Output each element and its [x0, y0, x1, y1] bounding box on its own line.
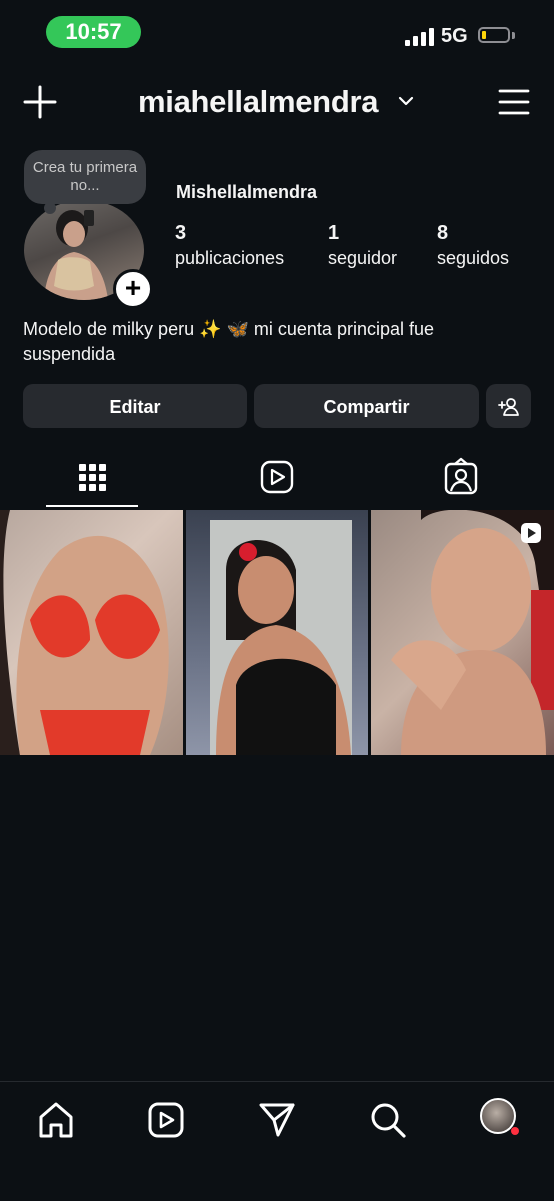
network-type: 5G [441, 25, 468, 47]
plus-icon[interactable] [22, 84, 58, 120]
stat-followers-label: seguidor [328, 248, 398, 268]
note-bubble[interactable]: Crea tu primera no... [24, 150, 146, 204]
stat-posts[interactable]: 3 publicaciones [175, 222, 284, 269]
reels-icon[interactable] [146, 1100, 186, 1140]
edit-profile-button[interactable]: Editar [23, 384, 247, 428]
active-tab-indicator [46, 505, 138, 507]
stat-following-count: 8 [437, 222, 449, 244]
tagged-icon [444, 457, 478, 495]
post-thumbnail[interactable] [186, 510, 368, 755]
tab-tagged[interactable] [401, 455, 521, 503]
home-icon[interactable] [36, 1100, 76, 1140]
notification-dot [511, 1127, 519, 1135]
stat-followers-count: 1 [328, 222, 340, 244]
hamburger-menu-icon[interactable] [498, 88, 530, 116]
stat-following-label: seguidos [437, 248, 510, 268]
reel-badge-icon [521, 523, 541, 543]
grid-icon [79, 464, 106, 491]
chevron-down-icon[interactable] [398, 95, 414, 107]
direct-send-icon[interactable] [257, 1100, 297, 1140]
status-time: 10:57 [46, 16, 141, 48]
profile-username[interactable]: miahellalmendra [138, 84, 378, 120]
share-profile-button[interactable]: Compartir [254, 384, 479, 428]
search-icon[interactable] [368, 1100, 408, 1140]
stat-posts-label: publicaciones [175, 248, 285, 268]
display-name: Mishellalmendra [176, 182, 318, 202]
cellular-signal-icon [405, 28, 435, 46]
profile-bio: Modelo de milky peru ✨ 🦋 mi cuenta princ… [23, 319, 435, 364]
post-thumbnail[interactable] [0, 510, 183, 755]
add-person-icon [497, 398, 519, 416]
tab-reels[interactable] [217, 455, 337, 503]
tab-posts[interactable] [32, 455, 152, 503]
stat-following[interactable]: 8 seguidos [437, 222, 509, 269]
stat-posts-count: 3 [175, 222, 187, 244]
stat-followers[interactable]: 1 seguidor [328, 222, 397, 269]
reels-icon [260, 460, 294, 494]
bottom-navigation [0, 1081, 554, 1201]
post-thumbnail[interactable] [371, 510, 554, 755]
battery-icon [478, 27, 510, 43]
discover-people-button[interactable] [486, 384, 531, 428]
add-story-button[interactable]: + [113, 269, 153, 309]
status-bar: 10:57 5G [0, 0, 554, 70]
